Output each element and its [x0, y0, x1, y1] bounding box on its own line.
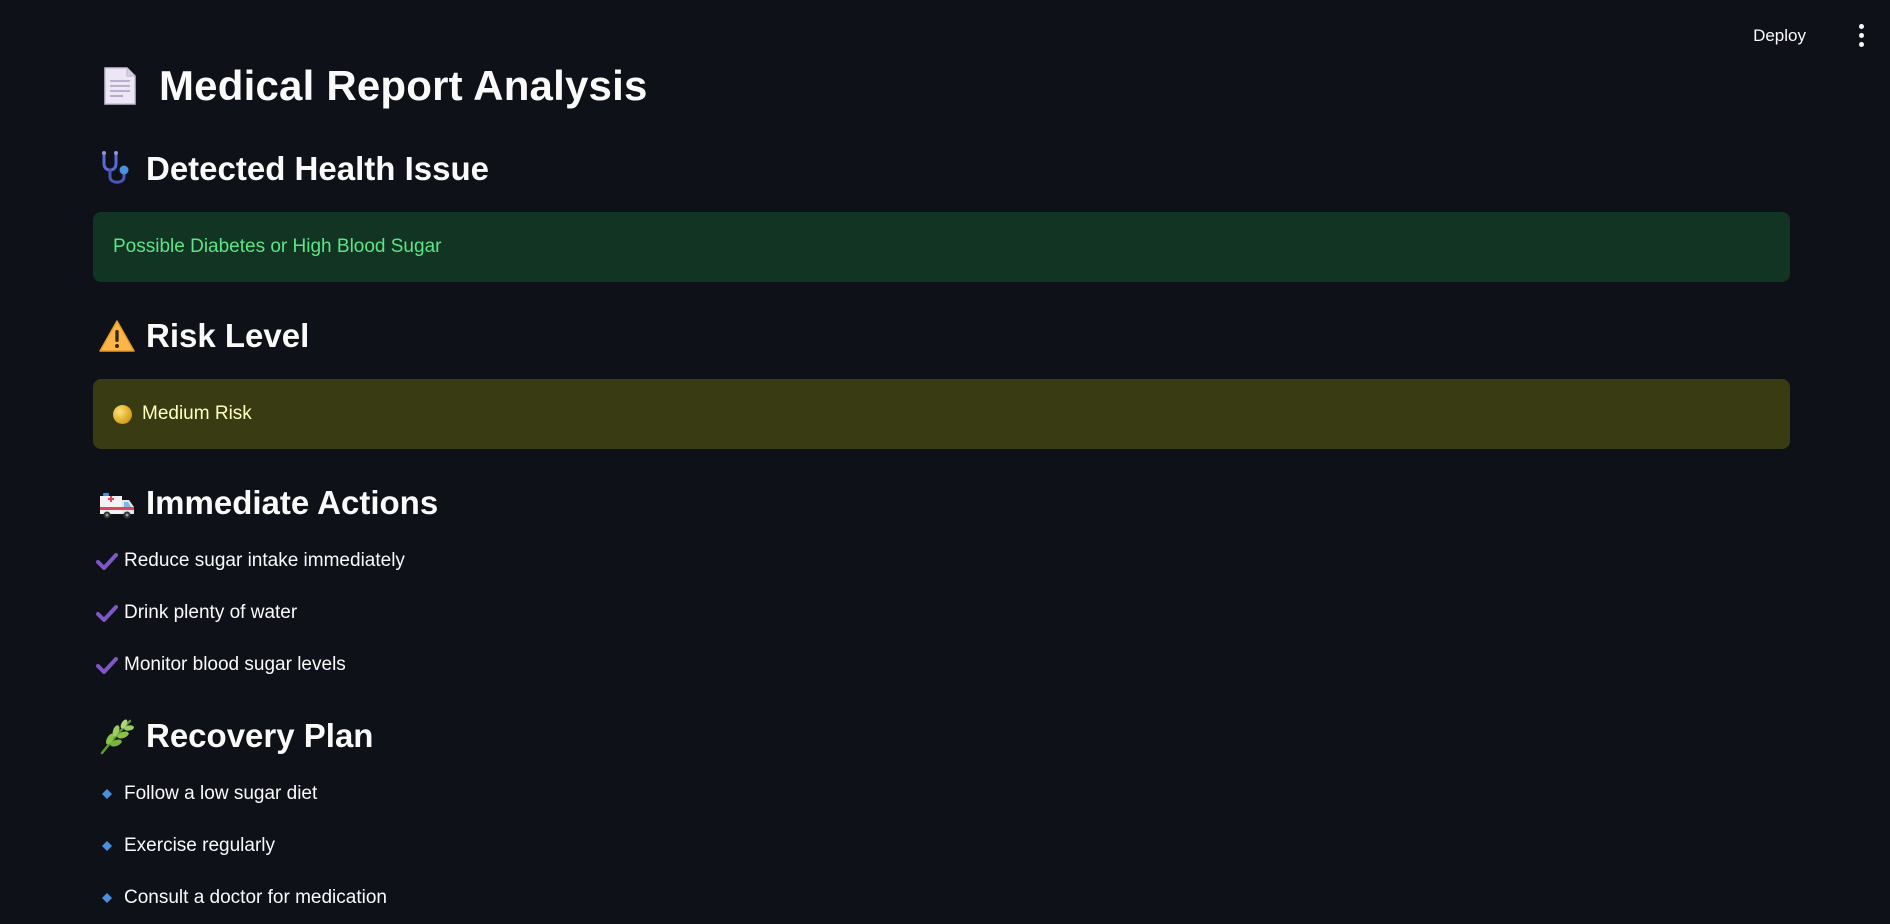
list-item: Monitor blood sugar levels: [96, 639, 405, 691]
check-icon: [96, 654, 118, 676]
risk-alert: Medium Risk: [93, 379, 1790, 449]
diamond-icon: [96, 783, 118, 805]
diamond-icon: [96, 835, 118, 857]
check-icon: [96, 550, 118, 572]
yellow-circle-icon: [113, 404, 132, 424]
page-header: Medical Report Analysis: [103, 62, 648, 110]
recovery-text: Consult a doctor for medication: [124, 887, 387, 908]
actions-heading: Immediate Actions: [146, 484, 439, 521]
diamond-icon: [96, 887, 118, 909]
recovery-heading: Recovery Plan: [146, 717, 374, 754]
list-item: Drink plenty of water: [96, 587, 405, 639]
top-bar: Deploy: [0, 0, 1890, 70]
warning-icon: [98, 317, 136, 355]
recovery-list: Follow a low sugar diet Exercise regular…: [96, 768, 387, 924]
ambulance-icon: [98, 484, 136, 522]
action-text: Drink plenty of water: [124, 602, 298, 623]
list-item: Follow a low sugar diet: [96, 768, 387, 820]
deploy-button[interactable]: Deploy: [1747, 22, 1812, 50]
actions-header: Immediate Actions: [98, 484, 438, 522]
list-item: Exercise regularly: [96, 820, 387, 872]
health-issue-alert: Possible Diabetes or High Blood Sugar: [93, 212, 1790, 282]
action-text: Monitor blood sugar levels: [124, 654, 346, 675]
action-text: Reduce sugar intake immediately: [124, 550, 405, 571]
more-vertical-icon[interactable]: [1850, 20, 1872, 50]
recovery-header: Recovery Plan: [98, 717, 373, 755]
list-item: Consult a doctor for medication: [96, 872, 387, 924]
risk-message: Medium Risk: [142, 403, 252, 424]
actions-list: Reduce sugar intake immediately Drink pl…: [96, 535, 405, 691]
recovery-text: Follow a low sugar diet: [124, 783, 318, 804]
page-title: Medical Report Analysis: [159, 62, 648, 109]
list-item: Reduce sugar intake immediately: [96, 535, 405, 587]
health-issue-header: Detected Health Issue: [98, 150, 489, 188]
health-issue-heading: Detected Health Issue: [146, 150, 489, 187]
stethoscope-icon: [98, 150, 136, 188]
check-icon: [96, 602, 118, 624]
health-issue-message: Possible Diabetes or High Blood Sugar: [113, 236, 442, 257]
risk-header: Risk Level: [98, 317, 309, 355]
risk-heading: Risk Level: [146, 317, 310, 354]
herb-icon: [98, 717, 136, 755]
document-icon: [104, 67, 136, 105]
recovery-text: Exercise regularly: [124, 835, 275, 856]
